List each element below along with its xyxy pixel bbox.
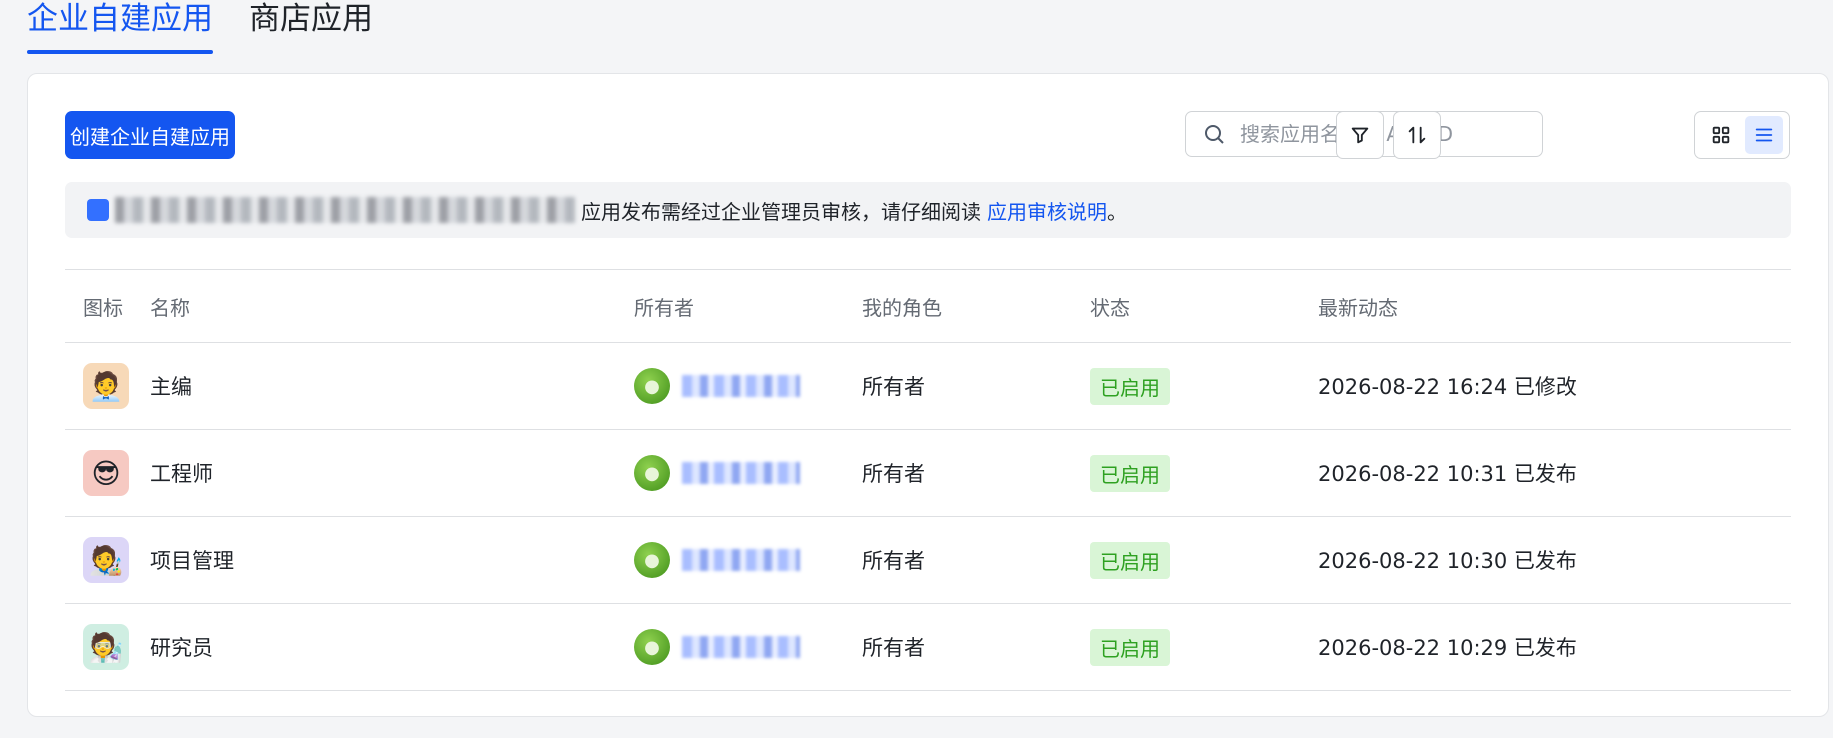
- owner-avatar-icon: ●: [634, 629, 670, 665]
- table-row[interactable]: 🧑‍🔬 研究员 ● 所有者 已启用 2026-08-22 10:29 已发布: [65, 603, 1791, 691]
- owner-avatar-icon: ●: [634, 455, 670, 491]
- app-name[interactable]: 研究员: [149, 603, 633, 691]
- list-view-button[interactable]: [1744, 116, 1783, 154]
- tab-enterprise-apps[interactable]: 企业自建应用: [27, 0, 213, 56]
- owner-name-redacted: [682, 549, 800, 571]
- apps-table: 图标 名称 所有者 我的角色 状态 最新动态 🧑‍💼 主编 ● 所有者 已启用 …: [65, 269, 1791, 691]
- latest-activity: 2026-08-22 16:24 已修改: [1317, 342, 1791, 430]
- owner-name-redacted: [682, 462, 800, 484]
- grid-view-button[interactable]: [1702, 116, 1740, 154]
- status-badge: 已启用: [1090, 454, 1170, 492]
- apps-card: 创建企业自建应用 应用发布需经过企业管理员审核: [27, 73, 1829, 717]
- view-toggle: [1694, 111, 1790, 159]
- app-name[interactable]: 项目管理: [149, 516, 633, 604]
- latest-activity: 2026-08-22 10:30 已发布: [1317, 516, 1791, 604]
- tab-store-apps[interactable]: 商店应用: [249, 0, 373, 56]
- owner-name-redacted: [682, 375, 800, 397]
- header-activity: 最新动态: [1317, 269, 1791, 343]
- my-role: 所有者: [861, 603, 1089, 691]
- latest-activity: 2026-08-22 10:29 已发布: [1317, 603, 1791, 691]
- owner-avatar-icon: ●: [634, 368, 670, 404]
- owner-avatar-icon: ●: [634, 542, 670, 578]
- sort-icon: [1408, 126, 1426, 144]
- header-role: 我的角色: [861, 269, 1089, 343]
- review-guide-link[interactable]: 应用审核说明: [987, 196, 1107, 225]
- app-avatar-icon: 🧑‍🔬: [83, 624, 129, 670]
- table-row[interactable]: 🧑‍💼 主编 ● 所有者 已启用 2026-08-22 16:24 已修改: [65, 342, 1791, 430]
- search-icon: [1205, 125, 1224, 144]
- sort-button[interactable]: [1393, 111, 1441, 159]
- status-badge: 已启用: [1090, 367, 1170, 405]
- app-name[interactable]: 工程师: [149, 429, 633, 517]
- status-badge: 已启用: [1090, 628, 1170, 666]
- redacted-text: [115, 197, 575, 223]
- notice-text: 应用发布需经过企业管理员审核，请仔细阅读: [581, 199, 981, 224]
- status-badge: 已启用: [1090, 541, 1170, 579]
- my-role: 所有者: [861, 429, 1089, 517]
- header-owner: 所有者: [633, 269, 861, 343]
- app-avatar-icon: 😎: [83, 450, 129, 496]
- my-role: 所有者: [861, 516, 1089, 604]
- latest-activity: 2026-08-22 10:31 已发布: [1317, 429, 1791, 517]
- grid-icon: [1712, 126, 1729, 144]
- app-avatar-icon: 🧑‍💼: [83, 363, 129, 409]
- header-status: 状态: [1089, 269, 1317, 343]
- info-icon: [87, 199, 109, 221]
- header-icon: 图标: [65, 269, 149, 343]
- filter-icon: [1351, 127, 1369, 144]
- table-row[interactable]: 🧑‍🎨 项目管理 ● 所有者 已启用 2026-08-22 10:30 已发布: [65, 516, 1791, 604]
- notice-banner: 应用发布需经过企业管理员审核，请仔细阅读 应用审核说明 。: [65, 182, 1791, 238]
- tab-bar: 企业自建应用 商店应用: [27, 0, 373, 56]
- create-app-button[interactable]: 创建企业自建应用: [65, 111, 235, 159]
- app-name[interactable]: 主编: [149, 342, 633, 430]
- table-row[interactable]: 😎 工程师 ● 所有者 已启用 2026-08-22 10:31 已发布: [65, 429, 1791, 517]
- app-avatar-icon: 🧑‍🎨: [83, 537, 129, 583]
- notice-suffix: 。: [1107, 199, 1127, 224]
- filter-button[interactable]: [1336, 111, 1384, 159]
- owner-name-redacted: [682, 636, 800, 658]
- table-header-row: 图标 名称 所有者 我的角色 状态 最新动态: [65, 269, 1791, 343]
- list-icon: [1755, 128, 1772, 142]
- header-name: 名称: [149, 269, 633, 343]
- my-role: 所有者: [861, 342, 1089, 430]
